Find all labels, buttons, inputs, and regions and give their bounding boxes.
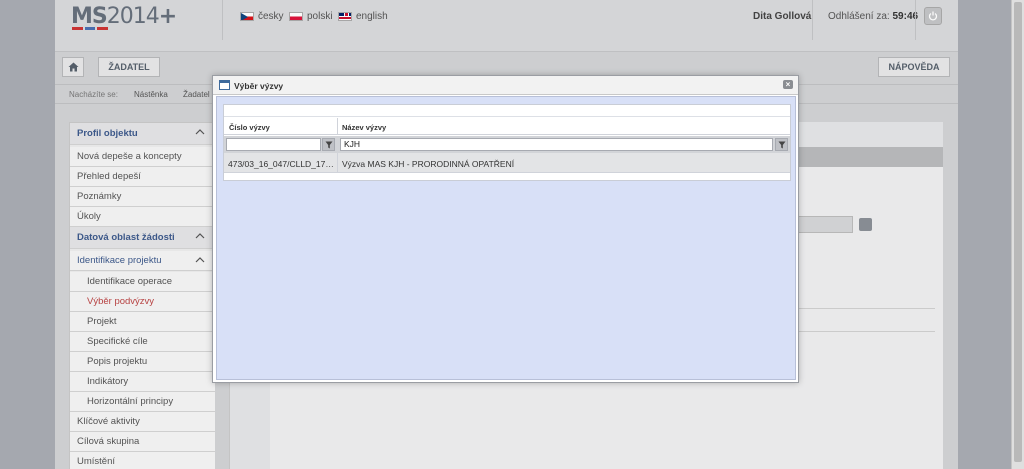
grid-filter-row: KJH — [224, 136, 790, 153]
filter-input-cislo[interactable] — [226, 138, 321, 151]
column-divider — [337, 118, 338, 135]
cell-cislo-vyzvy: 473/03_16_047/CLLD_17_03_002 — [228, 159, 334, 169]
column-divider — [337, 153, 338, 173]
filter-icon[interactable] — [775, 138, 788, 151]
column-header-nazev[interactable]: Název výzvy — [342, 123, 386, 132]
dialog-body: Číslo výzvy Název výzvy KJH 473/03_16_04… — [216, 96, 796, 380]
filter-icon[interactable] — [322, 138, 335, 151]
vyber-vyzvy-dialog: Výběr výzvy × Číslo výzvy Název výzvy KJ… — [212, 75, 799, 383]
dialog-title: Výběr výzvy — [234, 81, 284, 91]
cell-nazev-vyzvy: Výzva MAS KJH - PRORODINNÁ OPATŘENÍ — [342, 159, 515, 169]
table-row[interactable]: 473/03_16_047/CLLD_17_03_002 Výzva MAS K… — [224, 153, 790, 173]
window-icon — [219, 80, 230, 90]
column-header-cislo[interactable]: Číslo výzvy — [229, 123, 270, 132]
filter-input-nazev[interactable]: KJH — [340, 138, 773, 151]
vyzvy-grid: Číslo výzvy Název výzvy KJH 473/03_16_04… — [223, 104, 791, 181]
dialog-title-bar[interactable]: Výběr výzvy × — [213, 76, 798, 95]
grid-header: Číslo výzvy Název výzvy — [224, 118, 790, 135]
close-icon[interactable]: × — [783, 80, 793, 89]
grid-toolbar — [224, 105, 790, 117]
